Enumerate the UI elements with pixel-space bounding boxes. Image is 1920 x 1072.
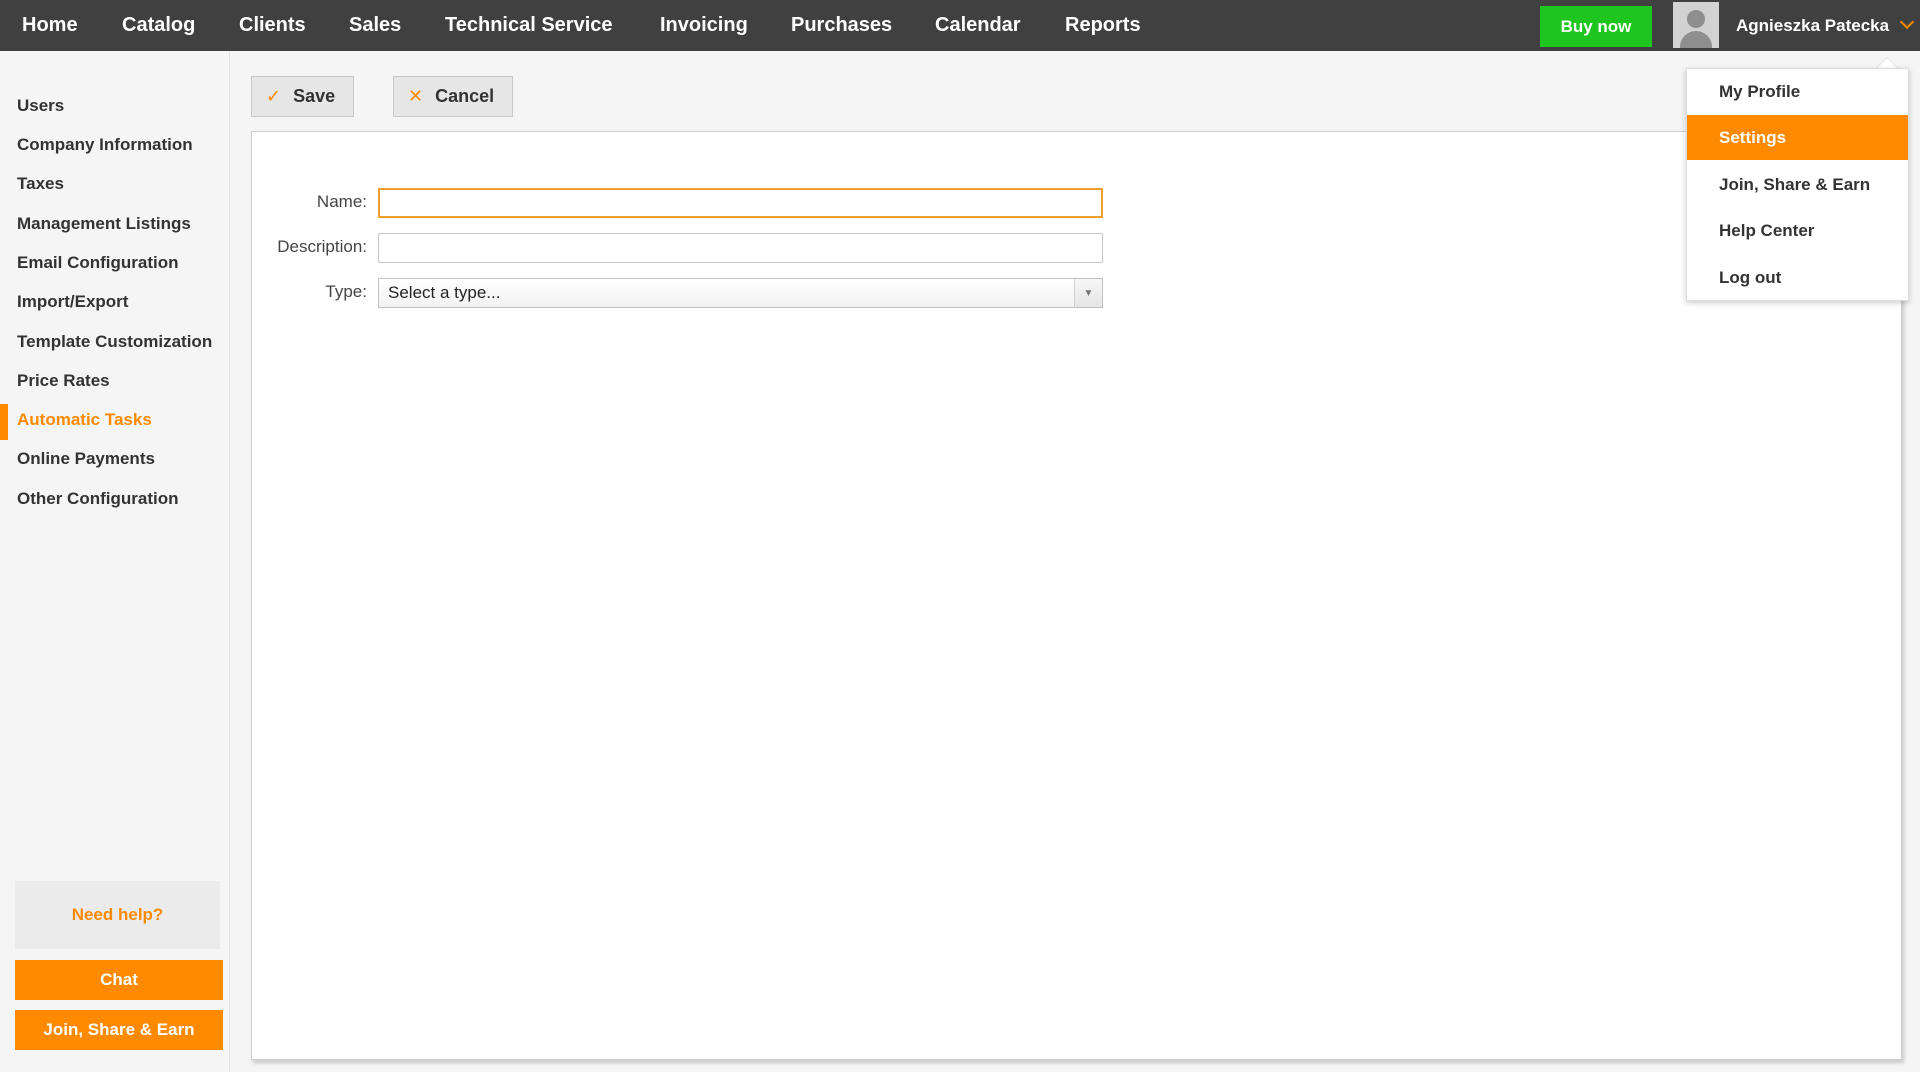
type-select[interactable]: Select a type... ▼ (378, 278, 1103, 308)
chevron-down-icon[interactable] (1899, 14, 1915, 30)
nav-item-catalog[interactable]: Catalog (122, 0, 195, 51)
user-menu-dropdown: My Profile Settings Join, Share & Earn H… (1686, 68, 1909, 301)
nav-item-home[interactable]: Home (22, 0, 78, 51)
menu-item-log-out[interactable]: Log out (1687, 255, 1908, 300)
name-field[interactable] (378, 188, 1103, 218)
menu-item-settings[interactable]: Settings (1687, 115, 1908, 160)
nav-item-calendar[interactable]: Calendar (935, 0, 1021, 51)
menu-item-my-profile[interactable]: My Profile (1687, 69, 1908, 114)
sidebar-item-price-rates[interactable]: Price Rates (0, 365, 229, 397)
nav-item-clients[interactable]: Clients (239, 0, 306, 51)
sidebar-item-import-export[interactable]: Import/Export (0, 286, 229, 318)
nav-item-sales[interactable]: Sales (349, 0, 401, 51)
join-share-earn-button[interactable]: Join, Share & Earn (15, 1010, 223, 1050)
avatar-head-shape (1687, 10, 1705, 28)
form-panel: Name: Description: Type: Select a type..… (251, 131, 1902, 1060)
sidebar-item-company-information[interactable]: Company Information (0, 129, 229, 161)
type-select-value: Select a type... (388, 283, 501, 302)
dropdown-arrow-icon[interactable]: ▼ (1074, 279, 1102, 307)
avatar[interactable] (1673, 2, 1719, 48)
buy-now-button[interactable]: Buy now (1540, 6, 1652, 47)
chat-button[interactable]: Chat (15, 960, 223, 1000)
cancel-button-label: Cancel (435, 86, 495, 106)
sidebar-item-management-listings[interactable]: Management Listings (0, 208, 229, 240)
menu-item-help-center[interactable]: Help Center (1687, 208, 1908, 253)
nav-item-technical-service[interactable]: Technical Service (445, 0, 613, 51)
sidebar-item-automatic-tasks[interactable]: Automatic Tasks (0, 404, 229, 440)
sidebar-item-template-customization[interactable]: Template Customization (0, 326, 229, 358)
menu-item-join-share-earn[interactable]: Join, Share & Earn (1687, 162, 1908, 207)
top-nav-bar: Home Catalog Clients Sales Technical Ser… (0, 0, 1920, 51)
name-label: Name: (316, 192, 367, 211)
sidebar-item-online-payments[interactable]: Online Payments (0, 443, 229, 475)
checkmark-icon: ✓ (266, 86, 282, 106)
user-name[interactable]: Agnieszka Patecka (1736, 0, 1889, 51)
sidebar-item-email-configuration[interactable]: Email Configuration (0, 247, 229, 279)
description-label: Description: (277, 237, 367, 256)
avatar-body-shape (1680, 31, 1712, 48)
sidebar-item-other-configuration[interactable]: Other Configuration (0, 483, 229, 515)
save-button[interactable]: ✓ Save (251, 76, 354, 117)
nav-item-invoicing[interactable]: Invoicing (660, 0, 748, 51)
nav-item-reports[interactable]: Reports (1065, 0, 1141, 51)
description-field[interactable] (378, 233, 1103, 263)
save-button-label: Save (293, 86, 336, 106)
type-label: Type: (325, 282, 367, 301)
sidebar-item-users[interactable]: Users (0, 90, 229, 122)
sidebar-item-taxes[interactable]: Taxes (0, 168, 229, 200)
need-help-link[interactable]: Need help? (15, 881, 220, 949)
settings-sidebar: Users Company Information Taxes Manageme… (0, 51, 230, 1072)
cancel-button[interactable]: ✕ Cancel (393, 76, 513, 117)
close-icon: ✕ (408, 86, 424, 106)
nav-item-purchases[interactable]: Purchases (791, 0, 892, 51)
